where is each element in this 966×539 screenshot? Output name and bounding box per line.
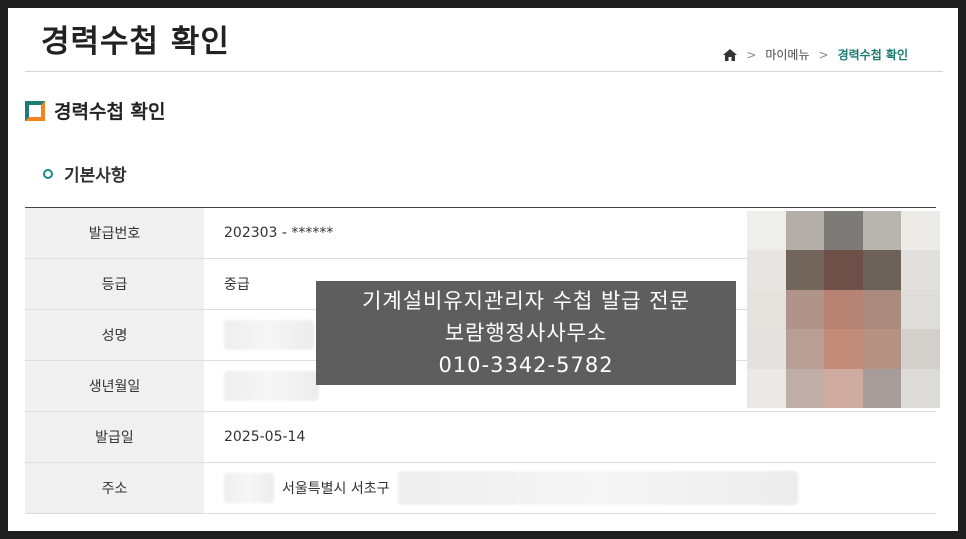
home-icon[interactable]	[723, 48, 738, 61]
address-text: 서울특별시 서초구	[282, 481, 390, 497]
square-bullet-icon	[25, 100, 45, 121]
breadcrumb-item-current: 경력수첩 확인	[837, 48, 908, 62]
subsection-heading: 기본사항	[43, 161, 127, 186]
row-label: 생년월일	[25, 360, 204, 412]
watermark-line-3: 010-3342-5782	[438, 353, 614, 377]
row-label: 성명	[25, 309, 204, 361]
row-label: 발급번호	[25, 207, 204, 259]
breadcrumb: > 마이메뉴 > 경력수첩 확인	[723, 46, 908, 63]
row-value-address: 서울특별시 서초구	[204, 462, 936, 514]
redacted-address-detail	[397, 471, 798, 505]
redacted-birthdate	[224, 371, 319, 401]
address-content: 서울특별시 서초구	[224, 471, 936, 505]
profile-photo	[747, 211, 940, 408]
watermark-line-1: 기계설비유지관리자 수첩 발급 전문	[362, 289, 690, 313]
redacted-address-prefix	[224, 473, 274, 503]
breadcrumb-item-mymenu[interactable]: 마이메뉴	[765, 46, 809, 63]
chevron-right-icon: >	[818, 47, 829, 62]
page-title: 경력수첩 확인	[41, 24, 230, 60]
watermark-line-2: 보람행정사사무소	[444, 321, 608, 345]
circle-bullet-icon	[43, 168, 53, 179]
table-row: 발급일 2025-05-14	[25, 411, 936, 463]
watermark-banner: 기계설비유지관리자 수첩 발급 전문 보람행정사사무소 010-3342-578…	[316, 281, 736, 385]
section-title: 경력수첩 확인	[54, 101, 166, 123]
redacted-name	[224, 320, 314, 350]
subsection-title: 기본사항	[64, 166, 127, 186]
row-label: 등급	[25, 258, 204, 310]
section-heading: 경력수첩 확인	[25, 97, 166, 124]
row-value-issue-date: 2025-05-14	[204, 411, 936, 463]
table-row: 주소 서울특별시 서초구	[25, 462, 936, 514]
chevron-right-icon: >	[746, 47, 757, 62]
row-label: 발급일	[25, 411, 204, 463]
page-frame: 경력수첩 확인 > 마이메뉴 > 경력수첩 확인 경력수첩 확인 기본사항 발급…	[8, 8, 958, 531]
title-divider	[25, 71, 943, 72]
row-label: 주소	[25, 462, 204, 514]
